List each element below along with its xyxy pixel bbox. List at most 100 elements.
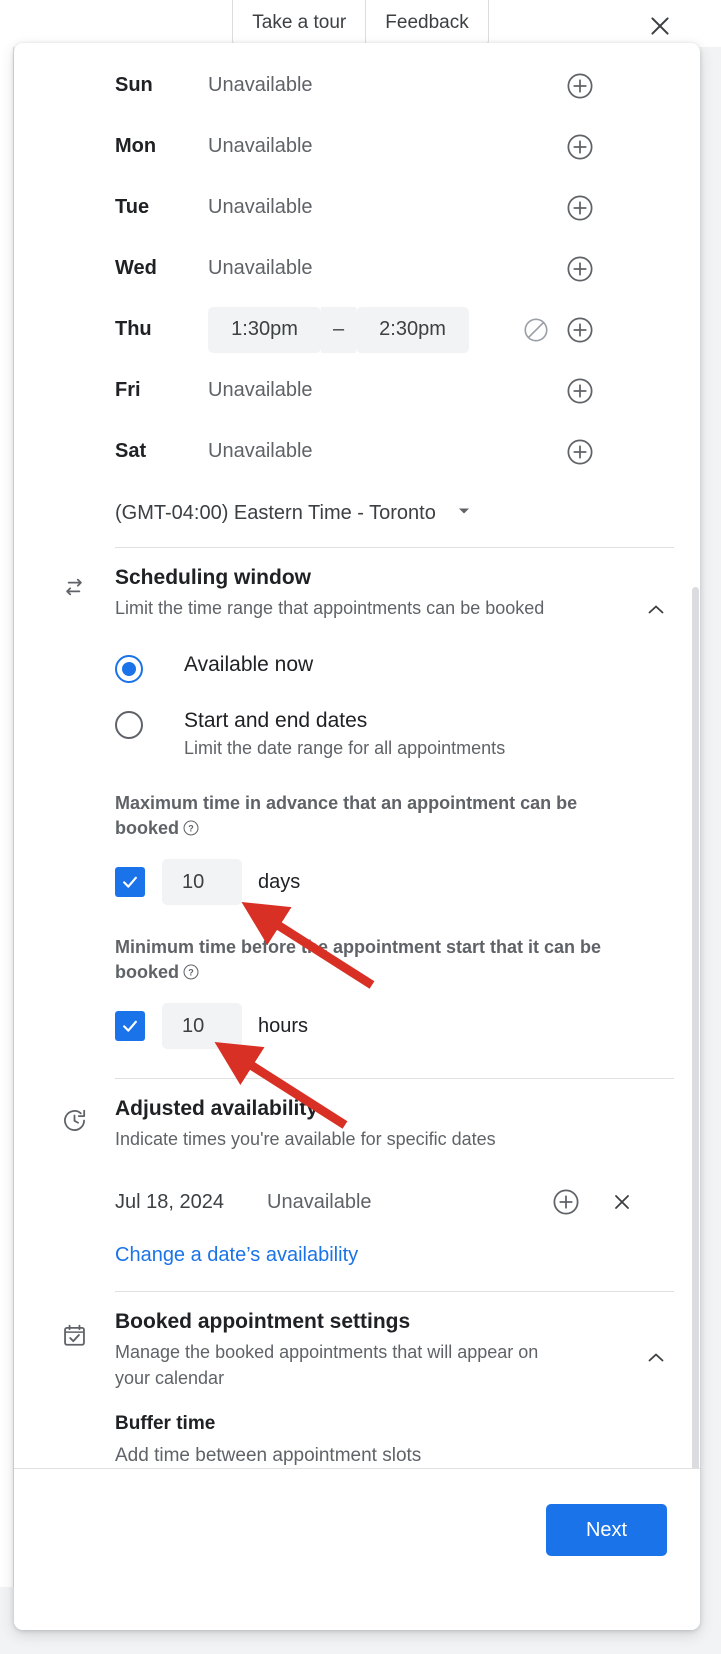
min-before-group: Minimum time before the appointment star…	[14, 935, 700, 1049]
radio-option-start-end-dates[interactable]: Start and end dates Limit the date range…	[14, 709, 700, 759]
calendar-check-icon	[59, 1320, 89, 1350]
day-row-tue: Tue Unavailable	[14, 177, 700, 238]
adjusted-status: Unavailable	[267, 1190, 372, 1213]
buffer-time-description: Add time between appointment slots	[115, 1445, 422, 1466]
day-status: Unavailable	[208, 257, 313, 279]
day-status: Unavailable	[208, 440, 313, 462]
day-row-actions	[558, 116, 700, 177]
day-row-actions	[558, 177, 700, 238]
section-subtitle: Indicate times you're available for spec…	[115, 1129, 496, 1149]
add-time-icon[interactable]	[558, 186, 602, 230]
end-time-input[interactable]: 2:30pm	[356, 306, 469, 353]
feedback-button[interactable]: Feedback	[365, 0, 488, 45]
help-icon[interactable]: ?	[182, 963, 200, 988]
add-time-icon[interactable]	[558, 64, 602, 108]
close-icon[interactable]	[644, 10, 676, 42]
day-status: Unavailable	[208, 135, 313, 157]
adjusted-date[interactable]: Jul 18, 2024	[115, 1191, 267, 1214]
radio-start-end-dates[interactable]	[115, 711, 143, 739]
change-date-availability-row: Change a date’s availability	[14, 1244, 700, 1267]
radio-available-now[interactable]	[115, 655, 143, 683]
min-before-row: 10 hours	[14, 1003, 700, 1049]
day-label: Tue	[115, 196, 150, 218]
remove-time-slash-icon[interactable]	[514, 308, 558, 352]
radio-text: Start and end dates Limit the date range…	[184, 709, 505, 759]
section-subtitle: Manage the booked appointments that will…	[115, 1342, 539, 1388]
day-label: Thu	[115, 318, 152, 340]
section-subtitle: Limit the time range that appointments c…	[115, 598, 545, 618]
swap-horizontal-icon	[59, 572, 89, 602]
radio-label: Start and end dates	[184, 709, 368, 732]
min-before-label: Minimum time before the appointment star…	[14, 935, 700, 988]
day-row-sun: Sun Unavailable	[14, 55, 700, 116]
day-row-wed: Wed Unavailable	[14, 238, 700, 299]
add-time-icon[interactable]	[558, 125, 602, 169]
add-time-icon[interactable]	[558, 430, 602, 474]
day-label: Fri	[115, 379, 141, 401]
change-date-availability-link[interactable]: Change a date’s availability	[115, 1244, 358, 1266]
day-row-fri: Fri Unavailable	[14, 360, 700, 421]
day-status: Unavailable	[208, 74, 313, 96]
day-row-sat: Sat Unavailable	[14, 421, 700, 482]
buffer-time-title: Buffer time	[115, 1413, 216, 1434]
window-left-strip	[0, 47, 14, 1587]
max-advance-unit: days	[258, 870, 301, 893]
day-label: Sun	[115, 74, 153, 96]
start-time-input[interactable]: 1:30pm	[208, 306, 321, 353]
chevron-up-icon[interactable]	[638, 1340, 674, 1376]
add-time-icon[interactable]	[558, 308, 602, 352]
radio-sublabel: Limit the date range for all appointment…	[184, 738, 506, 758]
svg-text:?: ?	[188, 823, 194, 833]
add-time-icon[interactable]	[544, 1180, 588, 1224]
section-title: Booked appointment settings	[115, 1310, 411, 1333]
svg-text:?: ?	[188, 967, 194, 977]
adjusted-availability-section: Adjusted availability Indicate times you…	[14, 1079, 700, 1152]
tour-feedback-chip-group: Take a tour Feedback	[232, 0, 489, 46]
day-row-actions	[558, 55, 700, 116]
day-row-actions	[558, 360, 700, 421]
history-clock-icon	[59, 1105, 89, 1135]
scheduling-window-section: Scheduling window Limit the time range t…	[14, 548, 700, 621]
radio-text: Available now	[184, 653, 313, 677]
dialog-body: Sun Unavailable Mon Unavailable Tue Unav…	[14, 43, 700, 1468]
dialog-card: Sun Unavailable Mon Unavailable Tue Unav…	[14, 43, 700, 1630]
booked-appointment-settings-section: Booked appointment settings Manage the b…	[14, 1292, 700, 1391]
weekly-availability-list: Sun Unavailable Mon Unavailable Tue Unav…	[14, 43, 700, 482]
max-advance-row: 10 days	[14, 859, 700, 905]
min-before-input[interactable]: 10	[162, 1003, 242, 1049]
min-before-checkbox[interactable]	[115, 1011, 145, 1041]
add-time-icon[interactable]	[558, 369, 602, 413]
chevron-up-icon[interactable]	[638, 592, 674, 628]
max-advance-checkbox[interactable]	[115, 867, 145, 897]
adjusted-date-row: Jul 18, 2024 Unavailable	[14, 1174, 700, 1230]
max-advance-input[interactable]: 10	[162, 859, 242, 905]
remove-date-close-icon[interactable]	[600, 1180, 644, 1224]
time-range: 1:30pm – 2:30pm	[208, 306, 469, 353]
day-label: Wed	[115, 257, 157, 279]
section-title: Scheduling window	[115, 566, 311, 589]
day-row-actions	[514, 299, 700, 360]
min-before-unit: hours	[258, 1014, 309, 1037]
day-status: Unavailable	[208, 196, 313, 218]
day-row-actions	[558, 238, 700, 299]
max-advance-group: Maximum time in advance that an appointm…	[14, 791, 700, 905]
radio-label: Available now	[184, 653, 314, 676]
day-row-thu: Thu 1:30pm – 2:30pm	[14, 299, 700, 360]
appointment-schedule-dialog-screen: Take a tour Feedback Sun Unavailable Mon…	[0, 0, 721, 1654]
day-row-mon: Mon Unavailable	[14, 116, 700, 177]
day-row-actions	[558, 421, 700, 482]
adjusted-row-actions	[544, 1174, 644, 1230]
day-label: Mon	[115, 135, 157, 157]
day-status: Unavailable	[208, 379, 313, 401]
take-a-tour-button[interactable]: Take a tour	[233, 0, 366, 45]
add-time-icon[interactable]	[558, 247, 602, 291]
day-label: Sat	[115, 440, 147, 462]
chevron-down-icon	[456, 503, 472, 524]
timezone-label: (GMT-04:00) Eastern Time - Toronto	[115, 502, 436, 524]
timezone-selector[interactable]: (GMT-04:00) Eastern Time - Toronto	[14, 482, 700, 547]
dialog-footer: Next	[14, 1468, 700, 1630]
section-title: Adjusted availability	[115, 1097, 319, 1120]
radio-option-available-now[interactable]: Available now	[14, 653, 700, 683]
next-button[interactable]: Next	[546, 1504, 667, 1556]
help-icon[interactable]: ?	[182, 819, 200, 844]
